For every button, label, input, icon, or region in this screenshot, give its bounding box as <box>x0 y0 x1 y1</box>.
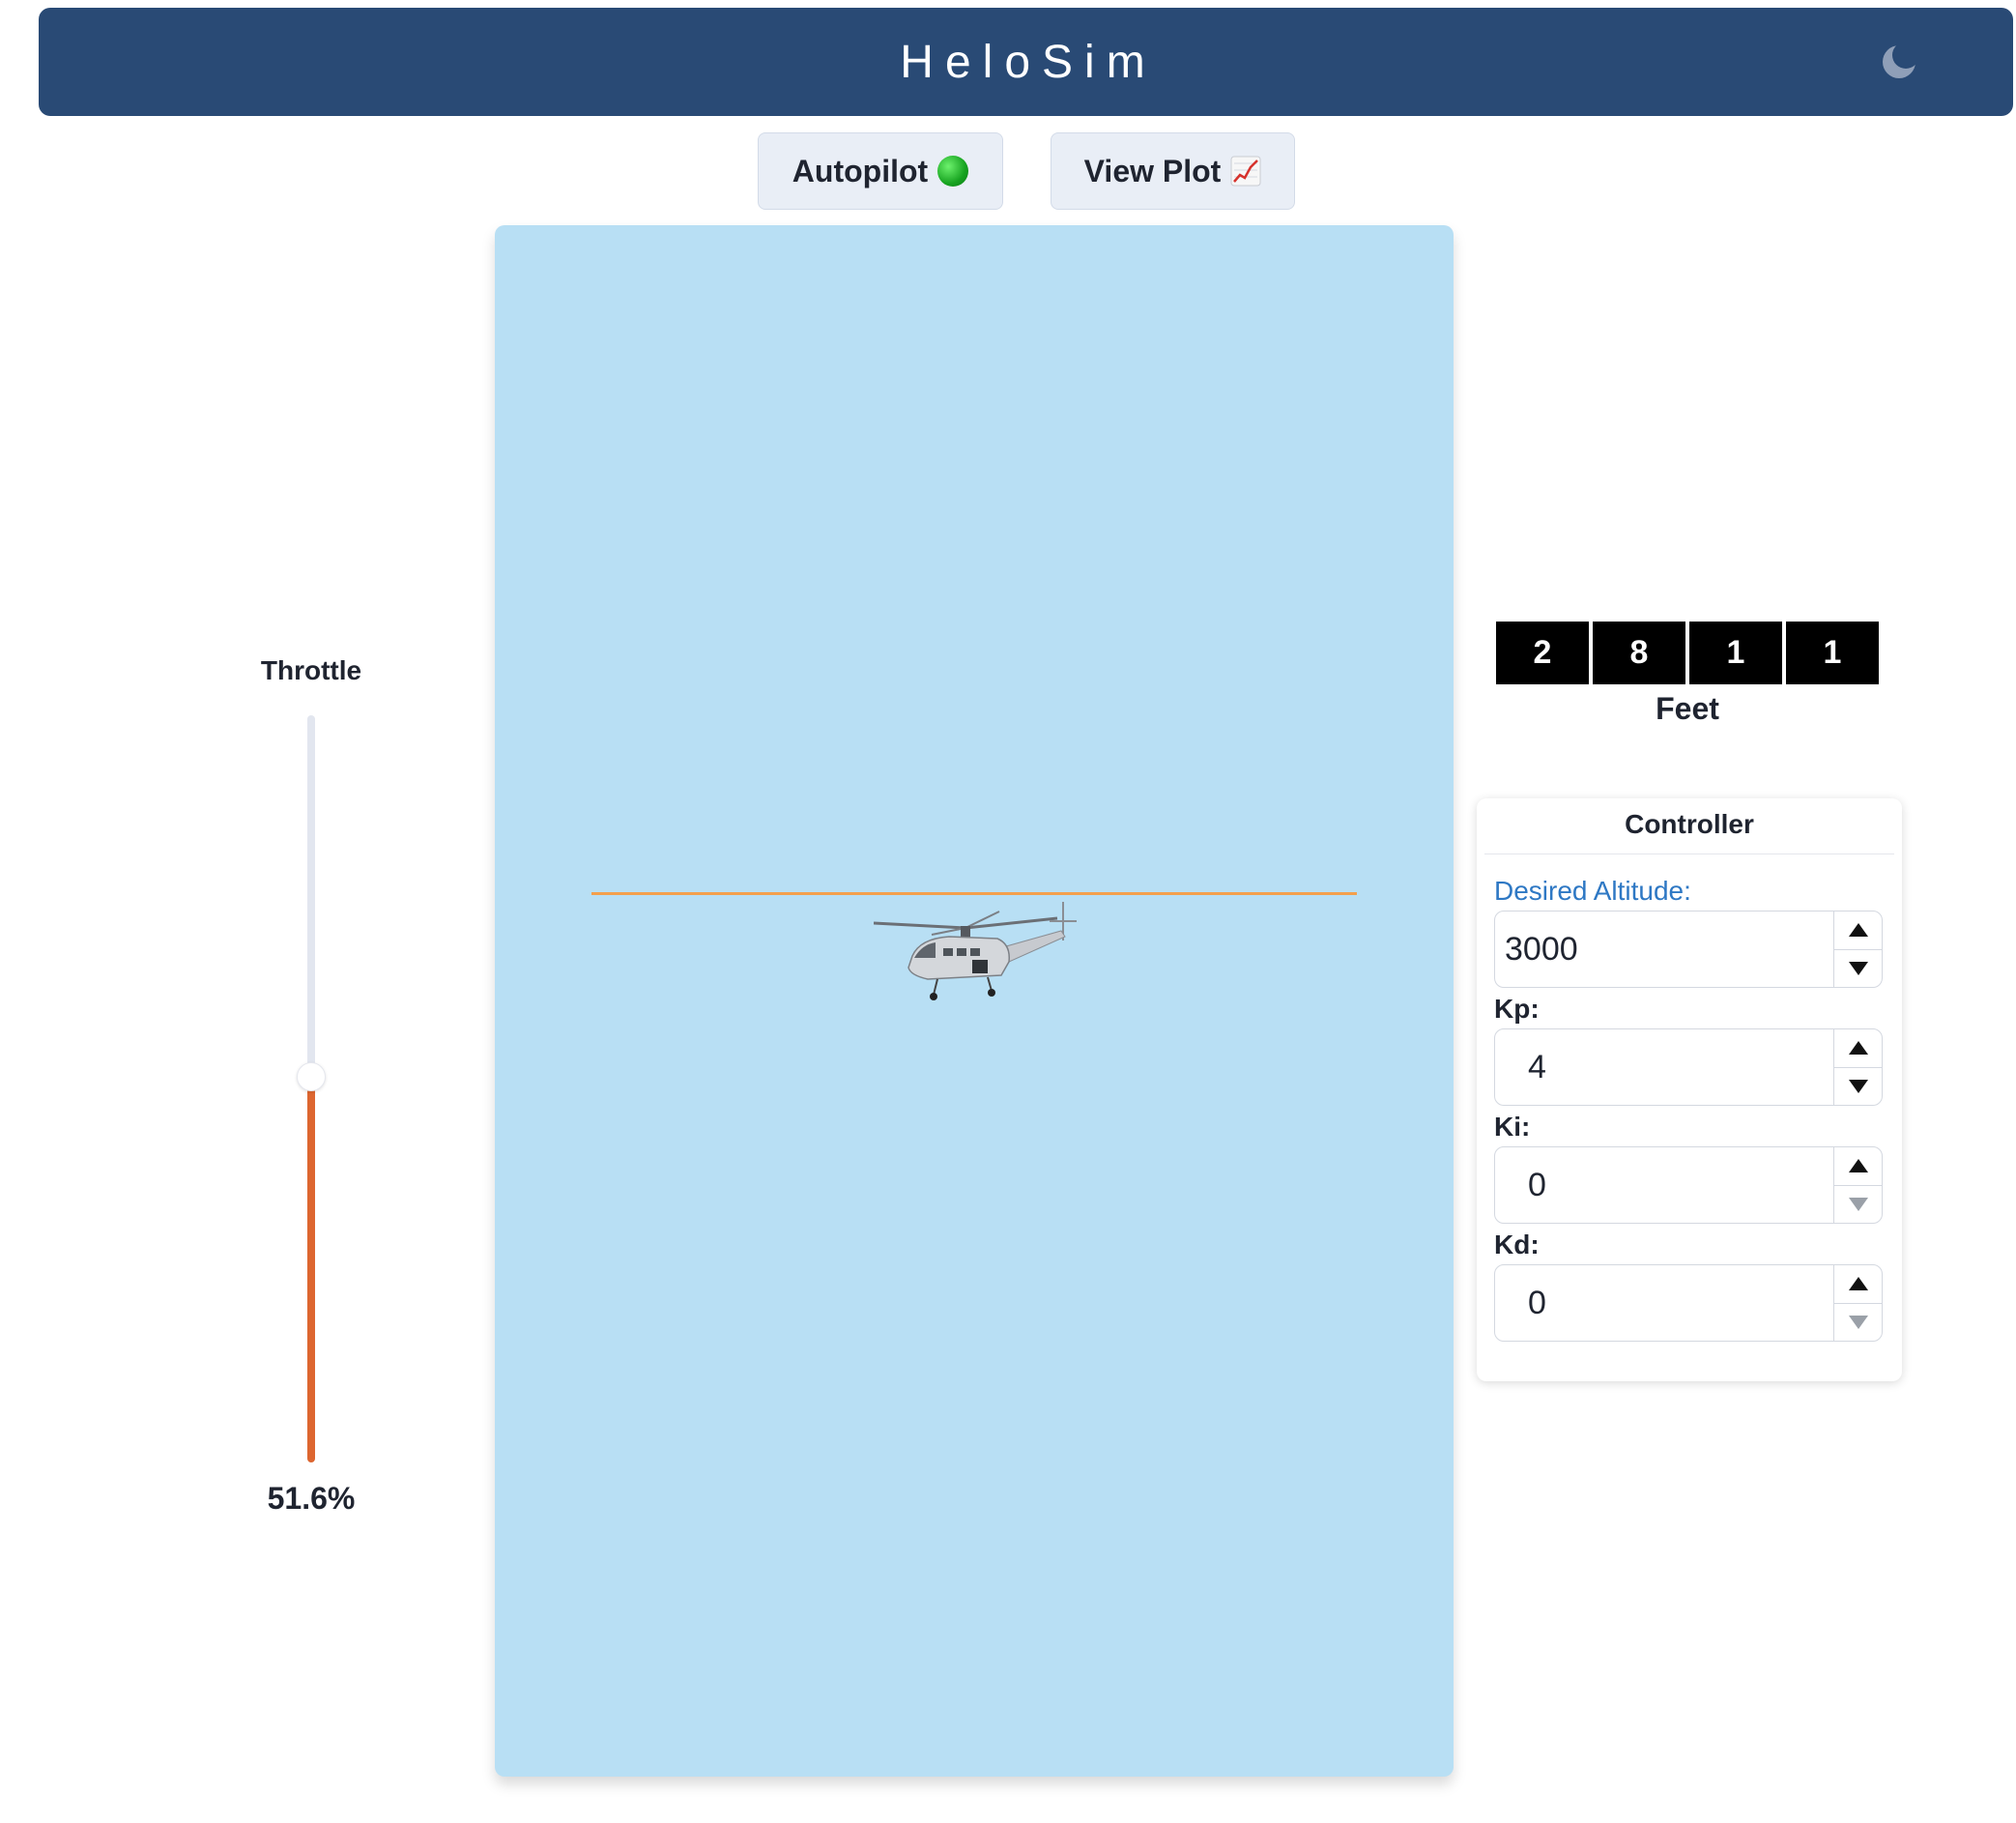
triangle-down-icon <box>1848 961 1868 975</box>
kp-increment-button[interactable] <box>1834 1029 1882 1068</box>
triangle-up-icon <box>1848 1277 1868 1291</box>
kd-input[interactable]: 0 <box>1494 1264 1883 1342</box>
controller-title: Controller <box>1484 808 1894 854</box>
altimeter-digit: 1 <box>1689 622 1782 684</box>
altimeter-digit: 2 <box>1496 622 1589 684</box>
triangle-up-icon <box>1848 923 1868 938</box>
ki-label: Ki: <box>1494 1112 1531 1142</box>
kd-increment-button[interactable] <box>1834 1265 1882 1304</box>
triangle-down-icon <box>1848 1197 1868 1211</box>
ki-input[interactable]: 0 <box>1494 1146 1883 1224</box>
altimeter-digit: 8 <box>1593 622 1685 684</box>
ki-value[interactable]: 0 <box>1495 1147 1833 1223</box>
ki-stepper[interactable] <box>1833 1147 1882 1223</box>
triangle-up-icon <box>1848 1159 1868 1173</box>
chart-increasing-icon <box>1230 156 1261 187</box>
desired-altitude-decrement-button[interactable] <box>1834 950 1882 988</box>
kd-value[interactable]: 0 <box>1495 1265 1833 1341</box>
app-title: HeloSim <box>900 36 1157 88</box>
desired-altitude-label: Desired Altitude: <box>1494 876 1691 906</box>
kp-decrement-button[interactable] <box>1834 1068 1882 1106</box>
ki-decrement-button[interactable] <box>1834 1186 1882 1224</box>
green-circle-icon <box>937 156 969 187</box>
kp-input[interactable]: 4 <box>1494 1028 1883 1106</box>
kp-stepper[interactable] <box>1833 1029 1882 1105</box>
altimeter-display: 2 8 1 1 <box>1496 622 1879 684</box>
target-altitude-line <box>591 892 1357 895</box>
throttle-fill <box>307 1077 315 1462</box>
desired-altitude-input[interactable]: 3000 <box>1494 911 1883 988</box>
app-header: HeloSim <box>39 8 2013 116</box>
altimeter-digit: 1 <box>1786 622 1879 684</box>
triangle-up-icon <box>1848 1041 1868 1056</box>
kd-label: Kd: <box>1494 1230 1540 1259</box>
throttle-slider[interactable] <box>297 715 326 1462</box>
desired-altitude-value[interactable]: 3000 <box>1495 912 1833 987</box>
helicopter-icon <box>874 902 1077 1000</box>
kp-label: Kp: <box>1494 994 1540 1024</box>
controller-panel: Controller Desired Altitude: 3000 Kp: 4 … <box>1477 798 1902 1381</box>
moon-icon[interactable] <box>1880 43 1918 81</box>
throttle-value: 51.6% <box>267 1481 356 1516</box>
desired-altitude-increment-button[interactable] <box>1834 912 1882 950</box>
triangle-down-icon <box>1848 1315 1868 1329</box>
autopilot-button-label: Autopilot <box>792 153 929 188</box>
desired-altitude-stepper[interactable] <box>1833 912 1882 987</box>
view-plot-button-label: View Plot <box>1083 153 1222 188</box>
throttle-handle[interactable] <box>297 1062 326 1092</box>
kd-decrement-button[interactable] <box>1834 1304 1882 1342</box>
ki-increment-button[interactable] <box>1834 1147 1882 1186</box>
simulation-canvas <box>495 225 1454 1777</box>
autopilot-button[interactable]: Autopilot <box>758 132 1003 210</box>
kd-stepper[interactable] <box>1833 1265 1882 1341</box>
throttle-label: Throttle <box>260 655 362 685</box>
view-plot-button[interactable]: View Plot <box>1051 132 1295 210</box>
altimeter-unit-label: Feet <box>1656 691 1719 726</box>
triangle-down-icon <box>1848 1079 1868 1093</box>
kp-value[interactable]: 4 <box>1495 1029 1833 1105</box>
